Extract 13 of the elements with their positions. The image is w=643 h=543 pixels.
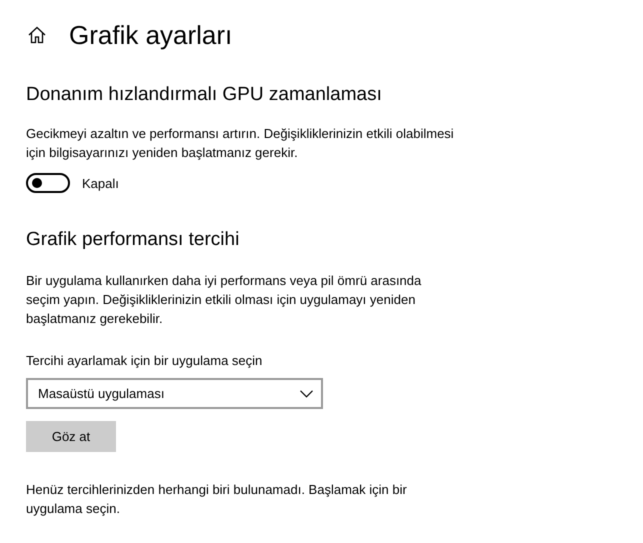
home-icon[interactable] bbox=[27, 26, 47, 44]
select-label: Tercihi ayarlamak için bir uygulama seçin bbox=[26, 352, 264, 369]
description-text: Bir uygulama kullanırken daha iyi performans veya pil ömrü arasında seçim yapın. Değişikliklerinizin etkili olması için uygulamayı yeniden başlatmanız gerekebilir. bbox=[26, 272, 422, 328]
toggle-switch[interactable] bbox=[26, 173, 70, 193]
page-title: Grafik ayarları bbox=[69, 19, 232, 52]
browse-button[interactable]: Göz at bbox=[26, 421, 116, 452]
chevron-down-icon bbox=[300, 390, 313, 398]
section-heading: Donanım hızlandırmalı GPU zamanlaması bbox=[26, 83, 383, 107]
toggle-label: Kapalı bbox=[82, 176, 119, 190]
description-text: Gecikmeyi azaltın ve performansı artırın. Değişikliklerinizin etkili olabilmesi için bilgisayarınızı yeniden başlatmanız gerekir. bbox=[26, 125, 455, 162]
empty-message: Henüz tercihlerinizden herhangi biri bulunamadı. Başlamak için bir uygulama seçin. bbox=[26, 481, 408, 518]
section-heading: Grafik performansı tercihi bbox=[26, 228, 240, 252]
app-type-dropdown[interactable]: Masaüstü uygulaması bbox=[26, 378, 323, 409]
